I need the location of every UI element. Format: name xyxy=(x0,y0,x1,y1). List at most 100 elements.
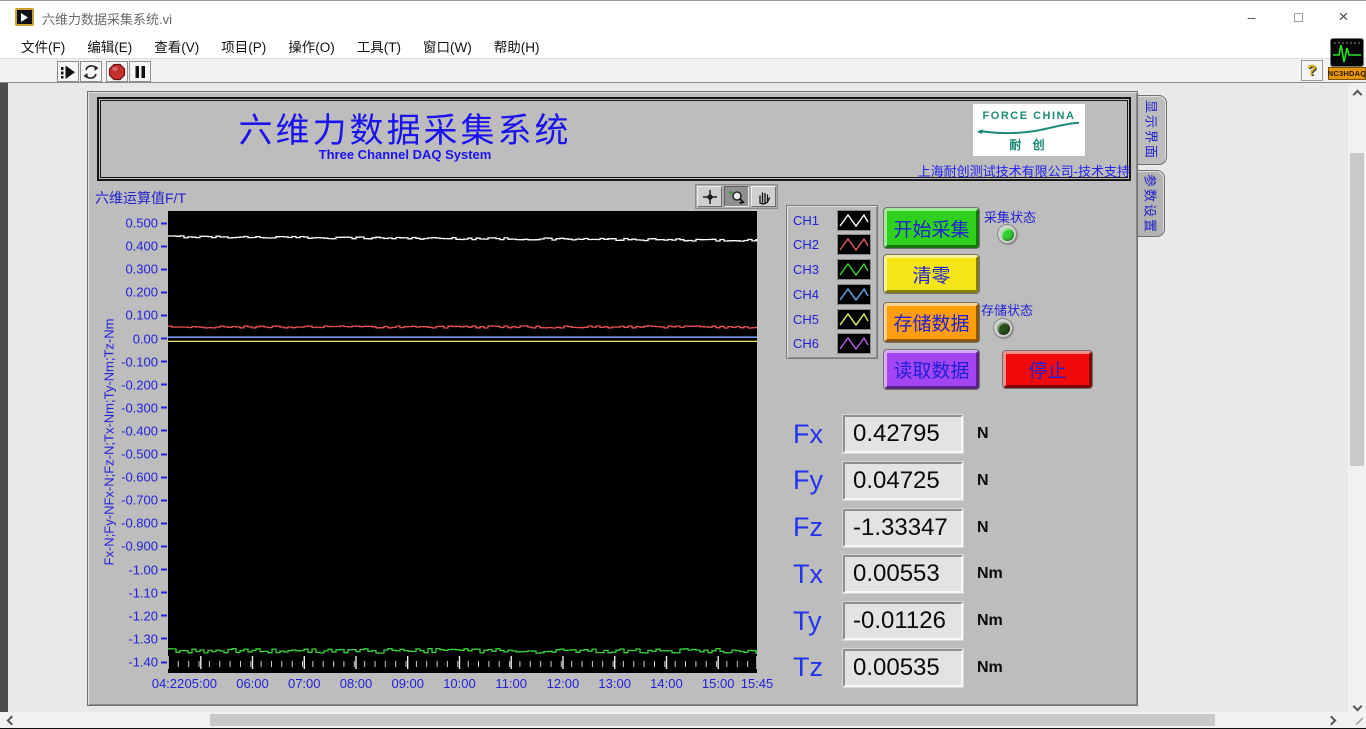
x-tick: 06:00 xyxy=(236,676,269,691)
tab-label: 参数设置 xyxy=(1142,173,1158,234)
cursor-tool-button[interactable] xyxy=(697,186,722,207)
y-tick: -1.40 xyxy=(128,655,167,670)
x-tick: 10:00 xyxy=(443,676,476,691)
tab-display[interactable]: 显示界面 xyxy=(1138,95,1167,165)
scroll-down-arrow[interactable] xyxy=(1350,699,1364,713)
x-tick: 13:00 xyxy=(598,676,631,691)
y-tick: 0.300 xyxy=(125,262,167,277)
cursor-tool-icon xyxy=(702,189,717,204)
readout-value: 0.42795 xyxy=(853,420,940,447)
readout-row-fy: Fy 0.04725 N xyxy=(793,461,1003,500)
legend-channel-label: CH4 xyxy=(793,286,820,302)
legend-channel-label: CH1 xyxy=(793,212,820,228)
y-tick: -0.600 xyxy=(121,470,167,485)
x-tick: 15:45 xyxy=(740,676,774,691)
x-tick: 07:00 xyxy=(287,676,321,691)
y-tick: -1.20 xyxy=(128,608,167,623)
zero-button[interactable]: 清零 xyxy=(884,255,979,293)
tab-label: 显示界面 xyxy=(1143,99,1159,161)
company-logo: FORCE CHINA 耐 创 xyxy=(973,104,1085,156)
chart-traces xyxy=(167,235,758,669)
legend-item[interactable]: CH5 xyxy=(793,308,871,330)
scroll-left-arrow[interactable] xyxy=(4,713,18,727)
readout-value-box: 0.42795 xyxy=(843,415,963,453)
y-tick: -0.200 xyxy=(121,377,167,392)
read-data-button[interactable]: 读取数据 xyxy=(884,350,979,389)
legend-swatch[interactable] xyxy=(837,308,871,330)
readout-unit: Nm xyxy=(977,612,1003,630)
y-tick: 0.00 xyxy=(133,331,167,346)
save-data-button[interactable]: 存储数据 xyxy=(884,303,979,342)
waveform-icon xyxy=(1333,42,1361,63)
x-tick: 11:00 xyxy=(495,676,528,691)
system-title: 六维力数据采集系统 xyxy=(238,113,572,150)
channel-legend: CH1 CH2 CH3 CH4 CH5 CH6 xyxy=(786,205,878,359)
support-text: 上海耐创测试技术有限公司-技术支持 xyxy=(917,164,1130,179)
vertical-scroll-thumb[interactable] xyxy=(1350,153,1364,466)
readout-unit: Nm xyxy=(977,658,1003,676)
readout-value-box: -0.01126 xyxy=(843,602,963,641)
store-status-label: 存储状态 xyxy=(981,303,1034,318)
y-axis-label: Fx-N;Fy-NFx-N;Fz-N;Tx-Nm;Ty-Nm;Tz-Nm xyxy=(101,318,117,566)
resize-grip[interactable] xyxy=(1348,712,1366,728)
y-tick: -0.100 xyxy=(121,354,167,369)
readout-row-tx: Tx 0.00553 Nm xyxy=(793,555,1003,594)
logo-swoosh xyxy=(977,122,1080,135)
y-axis: 0.500 0.400 0.300 0.200 0.100 0.00 -0.100 -0.20… xyxy=(0,1,167,729)
readout-unit: Nm xyxy=(977,565,1003,583)
readout-value-box: 0.00535 xyxy=(843,648,963,687)
scroll-up-arrow[interactable] xyxy=(1350,87,1364,101)
x-tick: 09:00 xyxy=(391,676,425,691)
readout-value-box: 0.00553 xyxy=(843,555,963,594)
readout-value: 0.00535 xyxy=(853,653,940,681)
legend-item[interactable]: CH3 xyxy=(793,259,871,281)
y-tick: -1.00 xyxy=(128,562,167,577)
logo-text-force-china: FORCE CHINA xyxy=(982,110,1076,122)
readout-label: Ty xyxy=(793,605,822,636)
legend-item[interactable]: CH4 xyxy=(793,283,871,305)
legend-swatch[interactable] xyxy=(837,283,871,305)
menu-item[interactable]: 操作(O) xyxy=(279,33,344,59)
legend-swatch[interactable] xyxy=(837,234,871,256)
y-tick: -0.900 xyxy=(121,539,167,554)
maximize-button[interactable]: □ xyxy=(1276,1,1321,33)
menu-item[interactable]: 工具(T) xyxy=(348,33,410,59)
pan-tool-button[interactable] xyxy=(751,186,776,207)
scroll-right-arrow[interactable] xyxy=(1324,713,1338,727)
menu-bar: 文件(F) 编辑(E) 查看(V) 项目(P) 操作(O) 工具(T) 窗口(W) 帮助(H) xyxy=(0,33,1366,59)
readout-row-fz: Fz -1.33347 N xyxy=(793,508,1003,547)
readout-value-box: -1.33347 xyxy=(843,508,963,547)
tab-settings[interactable]: 参数设置 xyxy=(1138,170,1165,237)
waveform-chart-plot[interactable] xyxy=(167,211,758,673)
title-bar: 六维力数据采集系统.vi – □ × xyxy=(0,1,1366,33)
start-acquisition-button[interactable]: 开始采集 xyxy=(884,208,979,248)
menu-item[interactable]: 帮助(H) xyxy=(485,33,549,59)
readout-row-tz: Tz 0.00535 Nm xyxy=(793,648,1003,687)
readout-unit: N xyxy=(977,518,989,536)
legend-swatch[interactable] xyxy=(837,333,871,355)
readout-unit: N xyxy=(977,471,989,489)
legend-swatch[interactable] xyxy=(837,259,871,281)
context-help-button[interactable]: ? xyxy=(1301,60,1323,81)
x-tick: 05:00 xyxy=(184,676,218,691)
labview-window: 六维力数据采集系统.vi – □ × 文件(F) 编辑(E) 查看(V) 项目(P) 操… xyxy=(0,0,1366,729)
minimize-button[interactable]: – xyxy=(1229,1,1274,33)
menu-item[interactable]: 窗口(W) xyxy=(414,33,481,59)
readout-label: Tx xyxy=(793,558,823,589)
force-readouts: Fx 0.42795 N Fy 0.04725 N Fz -1.33347 N Tx 0.00553… xyxy=(793,415,1003,687)
legend-item[interactable]: CH6 xyxy=(793,333,871,355)
close-button[interactable]: × xyxy=(1321,1,1366,33)
y-tick: 0.500 xyxy=(125,216,167,231)
vi-connector-icon xyxy=(1330,38,1364,67)
stop-button[interactable]: 停止 xyxy=(1003,351,1092,388)
acq-status-label: 采集状态 xyxy=(984,210,1037,225)
zoom-tool-button[interactable]: + xyxy=(724,186,749,207)
vi-icon-caption: NC3HDAQ xyxy=(1327,67,1366,80)
legend-item[interactable]: CH2 xyxy=(793,234,871,256)
y-tick: 0.200 xyxy=(125,285,167,300)
legend-item[interactable]: CH1 xyxy=(793,209,871,231)
store-status-led xyxy=(993,318,1013,338)
horizontal-scroll-thumb[interactable] xyxy=(210,714,1215,726)
menu-item[interactable]: 项目(P) xyxy=(212,33,275,59)
legend-swatch[interactable] xyxy=(837,209,871,231)
